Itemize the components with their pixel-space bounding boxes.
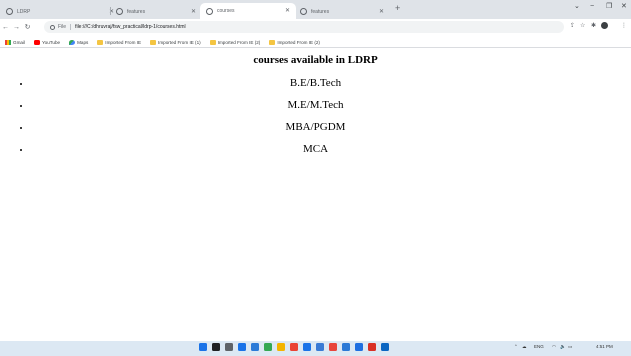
bookmark-label: Imported From IE — [105, 39, 142, 45]
folder-icon — [150, 39, 157, 45]
taskbar-app-icon[interactable] — [303, 343, 311, 351]
profile-avatar[interactable] — [601, 22, 608, 29]
cloud-icon[interactable]: ☁ — [522, 344, 527, 350]
list-item: MBA/PGDM — [0, 121, 631, 143]
folder-icon — [269, 39, 276, 45]
clock[interactable]: 4:51 PM — [596, 344, 613, 350]
bookmark-folder-ie-2[interactable]: Imported From IE (2) — [209, 39, 261, 45]
tab-strip: LDRP ✕ features ✕ courses ✕ features ✕ +… — [0, 0, 631, 19]
globe-icon — [6, 8, 13, 15]
gmail-icon — [5, 39, 11, 45]
list-item: M.E/M.Tech — [0, 99, 631, 121]
address-bar[interactable]: File file:///C:/dhruvraj/fsw_practical/l… — [44, 21, 564, 33]
globe-icon — [300, 8, 307, 15]
share-icon[interactable]: ⇪ — [570, 23, 575, 29]
tab-label: courses — [217, 8, 235, 14]
bookmark-label: Maps — [77, 39, 89, 45]
tab-label: features — [127, 8, 146, 15]
taskbar-app-icon[interactable] — [225, 343, 233, 351]
taskbar-app-icon[interactable] — [264, 343, 272, 351]
course-name: M.E/M.Tech — [287, 99, 344, 111]
tab-features[interactable]: features ✕ — [110, 4, 202, 19]
taskbar-app-icon[interactable] — [212, 343, 220, 351]
tab-label: features — [311, 8, 330, 15]
bookmark-folder-ie[interactable]: Imported From IE — [97, 39, 142, 45]
folder-icon — [97, 39, 104, 45]
folder-icon — [209, 39, 216, 45]
bookmark-label: Imported From IE (2) — [217, 39, 261, 45]
course-name: B.E/B.Tech — [289, 77, 342, 89]
maximize-button[interactable]: ❐ — [606, 3, 612, 10]
reload-button[interactable]: ↻ — [22, 24, 33, 31]
taskbar-app-icon[interactable] — [277, 343, 285, 351]
course-name: MBA/PGDM — [285, 121, 346, 133]
bookmark-label: YouTube — [42, 39, 61, 45]
tab-search-icon[interactable]: ⌄ — [574, 3, 580, 10]
bookmark-gmail[interactable]: Gmail — [5, 39, 25, 45]
battery-icon[interactable]: ▭ — [568, 344, 572, 350]
wifi-icon[interactable]: ◠ — [552, 344, 556, 350]
taskbar-app-icon[interactable] — [238, 343, 246, 351]
menu-icon[interactable]: ⋮ — [621, 23, 627, 29]
bookmark-folder-ie-3[interactable]: Imported From IE (2) — [269, 39, 320, 45]
info-icon[interactable] — [50, 24, 55, 30]
taskbar-app-icon[interactable] — [199, 343, 207, 351]
url-scheme: File — [58, 24, 67, 30]
close-window-button[interactable]: ✕ — [621, 3, 627, 10]
bookmark-label: Imported From IE (2) — [277, 39, 320, 45]
youtube-icon — [34, 39, 40, 45]
close-icon[interactable]: ✕ — [379, 9, 384, 15]
bookmark-star-icon[interactable]: ☆ — [580, 23, 585, 29]
forward-button[interactable]: → — [11, 24, 22, 31]
close-icon[interactable]: ✕ — [191, 9, 196, 15]
taskbar-app-icon[interactable] — [251, 343, 259, 351]
bookmark-label: Imported From IE (1) — [158, 39, 201, 45]
tab-ldrp[interactable]: LDRP ✕ — [0, 4, 120, 19]
tab-label: LDRP — [17, 8, 31, 15]
taskbar-app-icon[interactable] — [329, 343, 337, 351]
list-item: B.E/B.Tech — [0, 77, 631, 99]
globe-icon — [206, 7, 213, 15]
list-item: MCA — [0, 143, 631, 165]
tab-courses[interactable]: courses ✕ — [200, 3, 296, 19]
page-content: courses available in LDRP B.E/B.Tech M.E… — [0, 49, 631, 339]
globe-icon — [116, 8, 123, 15]
new-tab-button[interactable]: + — [395, 4, 400, 13]
maps-icon — [69, 39, 76, 45]
taskbar-app-icon[interactable] — [381, 343, 389, 351]
taskbar-app-icon[interactable] — [316, 343, 324, 351]
tab-features-2[interactable]: features ✕ — [294, 4, 390, 19]
bookmark-maps[interactable]: Maps — [69, 39, 89, 45]
divider — [70, 24, 72, 30]
close-icon[interactable]: ✕ — [285, 8, 290, 14]
taskbar-app-icon[interactable] — [342, 343, 350, 351]
taskbar-app-icon[interactable] — [355, 343, 363, 351]
volume-icon[interactable]: 🔈 — [560, 344, 566, 350]
language-indicator[interactable]: ENG — [534, 344, 544, 350]
bookmarks-bar: Gmail YouTube Maps Imported From IE Impo… — [0, 37, 631, 48]
taskbar-app-icon[interactable] — [368, 343, 376, 351]
extensions-icon[interactable]: ✱ — [591, 23, 596, 29]
url-text: file:///C:/dhruvraj/fsw_practical/ldrp-1… — [75, 24, 186, 30]
minimize-button[interactable]: − — [590, 3, 594, 10]
chevron-up-icon[interactable]: ⌃ — [514, 344, 518, 350]
bookmark-label: Gmail — [13, 39, 25, 45]
taskbar-app-icon[interactable] — [290, 343, 298, 351]
course-name: MCA — [302, 143, 329, 155]
bookmark-folder-ie-1[interactable]: Imported From IE (1) — [150, 39, 201, 45]
back-button[interactable]: ← — [0, 24, 11, 31]
bookmark-youtube[interactable]: YouTube — [34, 39, 61, 45]
page-title: courses available in LDRP — [253, 54, 378, 66]
taskbar-apps — [199, 343, 394, 351]
course-list: B.E/B.Tech M.E/M.Tech MBA/PGDM MCA — [0, 77, 631, 165]
